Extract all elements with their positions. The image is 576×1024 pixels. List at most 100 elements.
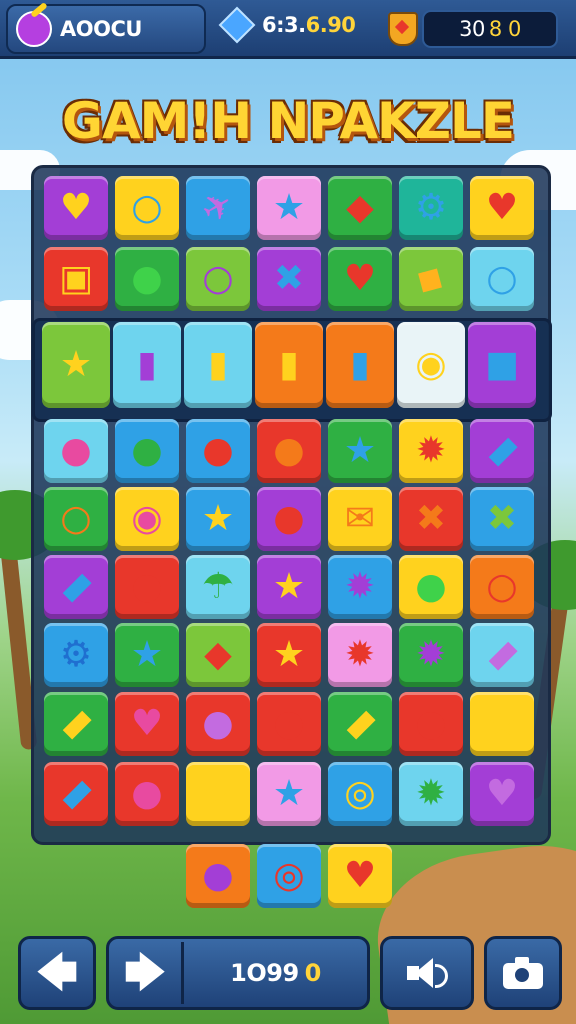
bottle-icon: ▮ [350, 344, 370, 385]
board-tile[interactable]: ● [115, 247, 179, 311]
game-title: GAM!H NPAKZLE [61, 92, 515, 150]
heart-icon: ♥ [343, 258, 377, 299]
board-tile[interactable]: ▮ [184, 322, 252, 408]
sound-button[interactable] [380, 936, 474, 1010]
board-tile[interactable]: ♥ [115, 692, 179, 756]
board-tile[interactable]: ◆ [328, 176, 392, 240]
board-tile[interactable]: ✖ [257, 247, 321, 311]
board-tile[interactable]: ◆ [399, 247, 463, 311]
board-tile[interactable]: ★ [470, 692, 534, 756]
apple-icon: ● [202, 855, 234, 896]
board-tile[interactable]: ♥ [44, 176, 108, 240]
board-tile[interactable]: ☂ [186, 555, 250, 619]
button-icon: ◉ [131, 498, 163, 539]
board-tile[interactable]: ♥ [470, 762, 534, 826]
star-icon: ★ [130, 634, 164, 675]
star-icon: ★ [201, 773, 235, 814]
board-tile[interactable]: ○ [44, 487, 108, 551]
board-tile[interactable]: ★ [328, 419, 392, 483]
board-tile[interactable]: ★ [186, 487, 250, 551]
heart-icon: ♥ [130, 703, 164, 744]
board-tile[interactable]: ✖ [399, 487, 463, 551]
board-tile[interactable]: ■ [468, 322, 536, 408]
board-tile[interactable]: ◉ [115, 487, 179, 551]
board-tile[interactable]: ● [257, 487, 321, 551]
board-tile[interactable]: ▬ [44, 692, 108, 756]
arrow-right-icon: 🡆 [124, 950, 166, 996]
board-tile[interactable]: ▬ [470, 419, 534, 483]
board-tile[interactable]: ● [44, 419, 108, 483]
heart-icon: ♥ [59, 187, 93, 228]
board-tile[interactable]: ○ [115, 176, 179, 240]
board-tile[interactable]: ★ [42, 322, 110, 408]
extra-tile[interactable]: ● [186, 844, 250, 908]
board-tile[interactable]: ● [257, 692, 321, 756]
board-tile[interactable]: ✹ [399, 623, 463, 687]
gem-icon [218, 6, 256, 44]
board-tile[interactable]: ▬ [470, 623, 534, 687]
board-tile[interactable]: ▮ [113, 322, 181, 408]
board-tile[interactable]: ○ [186, 247, 250, 311]
board-tile[interactable]: ★ [257, 176, 321, 240]
board-tile[interactable]: ● [257, 419, 321, 483]
apple-icon: ● [273, 703, 305, 744]
board-tile[interactable]: ● [399, 692, 463, 756]
board-tile[interactable]: ◆ [186, 623, 250, 687]
player-panel[interactable]: AOOCU [6, 1, 206, 54]
extra-tile[interactable]: ♥ [328, 844, 392, 908]
back-button[interactable]: 🡄 [18, 936, 96, 1010]
board-tile[interactable]: ✹ [328, 623, 392, 687]
board-tile[interactable]: ⚙ [44, 623, 108, 687]
score-value-highlight: 8 0 [488, 17, 521, 41]
board-tile[interactable]: ★ [257, 623, 321, 687]
board-tile[interactable]: ⚙ [399, 176, 463, 240]
pin-icon: ◉ [415, 344, 447, 385]
coin-icon: ◎ [344, 773, 376, 814]
board-tile[interactable]: ▬ [328, 692, 392, 756]
pill-icon: ▬ [49, 560, 103, 614]
plane-icon: ✈ [194, 182, 242, 233]
board-tile[interactable]: ✹ [399, 762, 463, 826]
apple-icon: ● [415, 703, 447, 744]
apple-icon: ● [131, 430, 163, 471]
board-tile[interactable]: ● [115, 419, 179, 483]
top-bar: AOOCU 6:3. 6.90 30 8 0 [0, 0, 576, 59]
pill-icon: ▬ [49, 697, 103, 751]
board-tile[interactable]: ● [399, 555, 463, 619]
board-tile[interactable]: ◎ [328, 762, 392, 826]
board-tile[interactable]: ▬ [44, 762, 108, 826]
board-tile[interactable]: ★ [257, 762, 321, 826]
board-tile[interactable]: ○ [470, 247, 534, 311]
star-icon: ★ [59, 344, 93, 385]
board-tile[interactable]: ✉ [328, 487, 392, 551]
board-tile[interactable]: ♥ [328, 247, 392, 311]
board-tile[interactable]: ○ [470, 555, 534, 619]
board-tile[interactable]: ✖ [470, 487, 534, 551]
board-tile[interactable]: ● [186, 419, 250, 483]
bottom-score-highlight: 0 [304, 959, 322, 987]
board-tile[interactable]: ● [115, 762, 179, 826]
board-tile[interactable]: ● [115, 555, 179, 619]
next-button[interactable]: 🡆 [109, 942, 184, 1004]
board-tile[interactable]: ♥ [470, 176, 534, 240]
ring-icon: ○ [60, 498, 92, 539]
extra-tile[interactable]: ◎ [257, 844, 321, 908]
gems-value-highlight: 6.90 [305, 13, 356, 37]
board-tile[interactable]: ▣ [44, 247, 108, 311]
heart-icon: ♥ [485, 187, 519, 228]
board-tile[interactable]: ★ [186, 762, 250, 826]
blob-icon: ✹ [344, 566, 376, 607]
board-tile[interactable]: ▮ [255, 322, 323, 408]
board-tile[interactable]: ★ [115, 623, 179, 687]
board-tile[interactable]: ● [186, 692, 250, 756]
board-tile[interactable]: ◉ [397, 322, 465, 408]
board-tile[interactable]: ▮ [326, 322, 394, 408]
board-tile[interactable]: ✹ [399, 419, 463, 483]
board-tile[interactable]: ✈ [186, 176, 250, 240]
camera-button[interactable] [484, 936, 562, 1010]
board-tile[interactable]: ★ [257, 555, 321, 619]
drop-icon: ◆ [346, 187, 374, 228]
cross-icon: ✖ [486, 498, 518, 539]
board-tile[interactable]: ✹ [328, 555, 392, 619]
board-tile[interactable]: ▬ [44, 555, 108, 619]
